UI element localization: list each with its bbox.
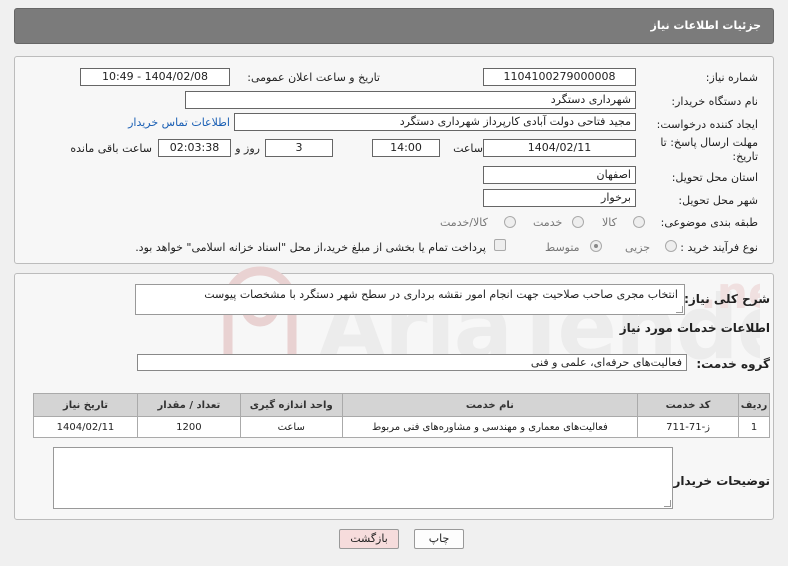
buyer-notes-label: توضیحات خریدار: [668,474,770,488]
cell-service-code: ز-71-711 [637,416,740,438]
service-group-field: فعالیت‌های حرفه‌ای، علمی و فنی [137,354,687,371]
cell-service-name: فعالیت‌های معماری و مهندسی و مشاوره‌های … [341,416,639,438]
buyer-notes-textarea[interactable] [53,447,673,509]
cell-need-date: 1404/02/11 [33,416,138,438]
cell-quantity: 1200 [136,416,241,438]
cell-unit: ساعت [239,416,343,438]
back-button[interactable]: بازگشت [339,529,399,549]
category-goods-service-label: کالا/خدمت [440,216,488,229]
announce-datetime-field: 1404/02/08 - 10:49 [80,68,230,86]
services-table-header: ردیف کد خدمت نام خدمت واحد اندازه گیری ت… [33,393,770,417]
need-number-field: 1104100279000008 [483,68,636,86]
summary-textarea: انتخاب مجری صاحب صلاحیت جهت انجام امور ن… [135,284,685,315]
services-section-title: اطلاعات خدمات مورد نیاز [619,321,770,335]
announce-datetime-label: تاریخ و ساعت اعلان عمومی: [247,71,380,84]
page-title: جزئیات اطلاعات نیاز [650,19,762,32]
services-table: ردیف کد خدمت نام خدمت واحد اندازه گیری ت… [33,393,770,438]
creator-field: مجید فتاحی دولت آبادی کارپرداز شهرداری د… [234,113,636,131]
category-service-radio[interactable] [572,216,584,228]
treasury-payment-note: پرداخت تمام یا بخشی از مبلغ خرید،از محل … [135,241,486,254]
remaining-time-field: 02:03:38 [158,139,231,157]
print-button[interactable]: چاپ [414,529,464,549]
summary-text: انتخاب مجری صاحب صلاحیت جهت انجام امور ن… [204,288,678,301]
table-row: 1 ز-71-711 فعالیت‌های معماری و مهندسی و … [33,416,770,438]
deadline-label: مهلت ارسال پاسخ: تا [660,136,758,149]
days-field: 3 [265,139,333,157]
process-minor-radio[interactable] [665,240,677,252]
buyer-contact-link[interactable]: اطلاعات تماس خریدار [128,116,230,129]
cell-row: 1 [738,416,770,438]
category-goods-service-radio[interactable] [504,216,516,228]
col-quantity: تعداد / مقدار [136,393,241,417]
category-label: طبقه بندی موضوعی: [660,216,758,229]
days-label: روز و [235,142,260,155]
process-minor-label: جزیی [625,241,651,254]
city-label: شهر محل تحویل: [678,194,758,207]
col-row: ردیف [738,393,770,417]
need-info-panel [14,56,774,264]
service-group-label: گروه خدمت: [696,357,770,371]
need-number-label: شماره نیاز: [705,71,758,84]
resize-handle-icon[interactable] [664,500,671,507]
deadline-date-field: 1404/02/11 [483,139,636,157]
process-medium-label: متوسط [545,241,580,254]
resize-handle-icon[interactable] [676,306,683,313]
treasury-payment-checkbox[interactable] [494,239,506,251]
remaining-time-label: ساعت باقی مانده [70,142,152,155]
buyer-org-field: شهرداری دستگرد [185,91,636,109]
page-header: جزئیات اطلاعات نیاز [14,8,774,44]
category-goods-radio[interactable] [633,216,645,228]
province-label: استان محل تحویل: [671,171,758,184]
category-goods-label: کالا [602,216,617,229]
col-service-name: نام خدمت [341,393,639,417]
col-need-date: تاریخ نیاز [33,393,138,417]
deadline-time-field: 14:00 [372,139,440,157]
col-service-code: کد خدمت [637,393,740,417]
process-label: نوع فرآیند خرید : [680,241,758,254]
category-service-label: خدمت [533,216,563,229]
city-field: برخوار [483,189,636,207]
summary-label: شرح کلی نیاز: [684,292,770,306]
creator-label: ایجاد کننده درخواست: [656,118,758,131]
buyer-org-label: نام دستگاه خریدار: [671,95,758,108]
deadline-label-date: تاریخ: [732,150,758,163]
province-field: اصفهان [483,166,636,184]
process-medium-radio[interactable] [590,240,602,252]
col-unit: واحد اندازه گیری [239,393,343,417]
deadline-time-label: ساعت [453,142,483,155]
